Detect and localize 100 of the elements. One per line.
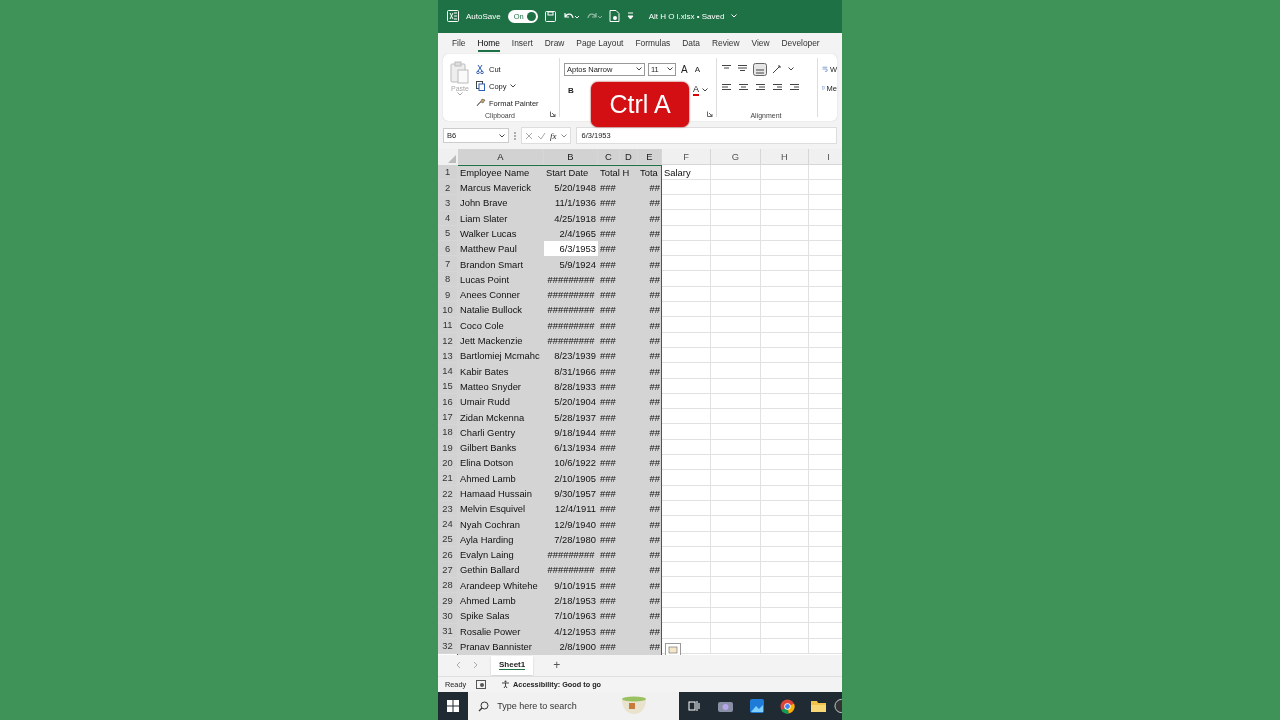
row-header[interactable]: 16: [438, 394, 458, 410]
ribbon-tab[interactable]: Page Layout: [570, 32, 630, 53]
save-icon[interactable]: [544, 10, 556, 22]
ribbon-tab[interactable]: Home: [471, 32, 506, 53]
browser-icon[interactable]: [780, 698, 796, 714]
column-header[interactable]: H: [761, 149, 809, 165]
column-header[interactable]: F: [662, 149, 711, 165]
row-header[interactable]: 27: [438, 562, 458, 578]
document-title[interactable]: Alt H O l.xlsx • Saved: [648, 11, 725, 21]
ribbon-tab[interactable]: Data: [676, 32, 706, 53]
font-color-button[interactable]: A: [693, 84, 699, 97]
row-header[interactable]: 20: [438, 455, 458, 471]
ribbon-tab[interactable]: Insert: [505, 32, 539, 53]
app-icon[interactable]: [834, 698, 842, 714]
row-header[interactable]: 6: [438, 241, 458, 257]
table-cell: ###: [600, 533, 616, 545]
table-cell-text: #########: [546, 548, 596, 563]
column-header[interactable]: I: [809, 149, 842, 165]
ribbon-tab[interactable]: View: [745, 32, 776, 53]
ribbon-tab[interactable]: Review: [706, 32, 746, 53]
caret-icon[interactable]: [499, 133, 505, 138]
ribbon-tab[interactable]: File: [446, 32, 472, 53]
search-icon: [478, 700, 490, 712]
caret-icon[interactable]: [788, 67, 794, 72]
row-header[interactable]: 7: [438, 256, 458, 272]
spreadsheet-logo-icon[interactable]: [447, 10, 459, 23]
dialog-launcher-icon[interactable]: [550, 111, 556, 118]
row-header[interactable]: 14: [438, 363, 458, 379]
caret-icon[interactable]: [702, 88, 708, 93]
grow-font-button[interactable]: A: [679, 63, 690, 75]
ribbon-tab[interactable]: Formulas: [629, 32, 677, 53]
sheet-tab[interactable]: Sheet1: [491, 656, 534, 675]
table-cell: ##: [649, 365, 660, 377]
windows-start-icon[interactable]: [447, 700, 460, 712]
table-cell: ###: [600, 457, 616, 469]
photos-icon[interactable]: [749, 699, 764, 713]
camera-icon[interactable]: [717, 700, 733, 712]
table-cell: Gethin Ballard: [460, 564, 520, 576]
table-cell: ##: [649, 258, 660, 270]
table-cell-text: 7/10/1963: [553, 609, 597, 624]
insert-function-button[interactable]: fx: [550, 130, 557, 141]
table-cell: ##: [649, 289, 660, 301]
ribbon-tab[interactable]: Developer: [775, 32, 826, 53]
row-header[interactable]: 13: [438, 348, 458, 364]
caret-icon[interactable]: [636, 67, 642, 72]
table-cell: ###: [600, 625, 616, 637]
dialog-launcher-icon[interactable]: [707, 111, 713, 118]
table-cell: ###: [600, 197, 616, 209]
bold-button[interactable]: B: [568, 85, 574, 95]
row-header[interactable]: 9: [438, 287, 458, 303]
table-cell: Marcus Maverick: [460, 182, 531, 194]
table-cell: Salary: [664, 166, 691, 178]
table-cell: ###: [600, 289, 616, 301]
task-view-icon[interactable]: [688, 700, 701, 712]
table-cell-text: 10/6/1922: [553, 456, 597, 471]
active-cell[interactable]: 6/3/1953: [544, 241, 598, 257]
caret-icon[interactable]: [509, 84, 516, 89]
table-cell-text: #########: [546, 334, 596, 349]
table-cell: ##: [649, 640, 660, 652]
wrap-text-icon: [822, 64, 828, 75]
table-cell-text: 8/23/1939: [553, 349, 597, 364]
row-header[interactable]: 17: [438, 409, 458, 425]
table-cell: ##: [649, 212, 660, 224]
row-header[interactable]: 10: [438, 302, 458, 318]
column-header[interactable]: E: [638, 149, 662, 165]
table-cell: Matthew Paul: [460, 243, 517, 255]
table-cell: ##: [649, 472, 660, 484]
shrink-font-button[interactable]: A: [692, 64, 702, 74]
table-cell-text: 12/9/1940: [553, 517, 597, 532]
macro-record-icon[interactable]: [476, 680, 487, 689]
table-cell: ##: [649, 442, 660, 454]
table-cell: ###: [600, 472, 616, 484]
column-header[interactable]: D: [620, 149, 638, 165]
table-cell: Melvin Esquivel: [460, 503, 526, 515]
row-header[interactable]: 26: [438, 547, 458, 563]
align-bottom-icon[interactable]: [753, 62, 767, 76]
table-cell: Brandon Smart: [460, 258, 524, 270]
table-cell: ##: [649, 579, 660, 591]
table-cell: Walker Lucas: [460, 227, 517, 239]
column-header[interactable]: A: [458, 149, 544, 165]
column-header[interactable]: G: [711, 149, 761, 165]
row-header[interactable]: 23: [438, 501, 458, 517]
document-icon[interactable]: [608, 10, 620, 23]
caret-icon[interactable]: [667, 67, 673, 72]
column-header[interactable]: C: [598, 149, 620, 165]
table-cell: Gilbert Banks: [460, 442, 517, 454]
add-sheet-button[interactable]: +: [553, 658, 561, 673]
table-cell: Evalyn Laing: [460, 549, 514, 561]
taskbar-search-field[interactable]: Type here to search: [468, 692, 679, 720]
row-header[interactable]: 30: [438, 608, 458, 624]
customize-icon[interactable]: [626, 12, 634, 21]
table-cell: Total H: [600, 166, 630, 178]
row-header[interactable]: 24: [438, 516, 458, 532]
table-cell: ##: [649, 457, 660, 469]
column-header[interactable]: B: [544, 149, 598, 165]
table-cell-text: 4/12/1953: [553, 624, 597, 639]
ribbon-tab[interactable]: Draw: [538, 32, 571, 53]
orientation-icon[interactable]: [772, 64, 783, 75]
row-header[interactable]: 3: [438, 195, 458, 211]
folder-icon[interactable]: [811, 700, 827, 712]
